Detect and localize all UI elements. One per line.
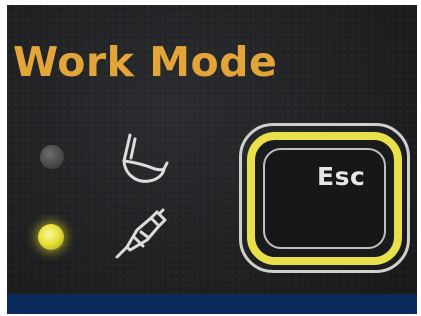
work-mode-label: Work Mode — [13, 38, 278, 86]
esc-button-label: Esc — [317, 162, 366, 191]
indicator-led-on — [38, 224, 64, 250]
control-panel-photo: Work Mode Esc — [7, 5, 417, 314]
scaler-tip-icon — [122, 133, 169, 183]
handpiece-icon — [115, 208, 167, 259]
indicator-led-off — [40, 145, 64, 169]
bottom-blue-strip — [7, 294, 417, 314]
